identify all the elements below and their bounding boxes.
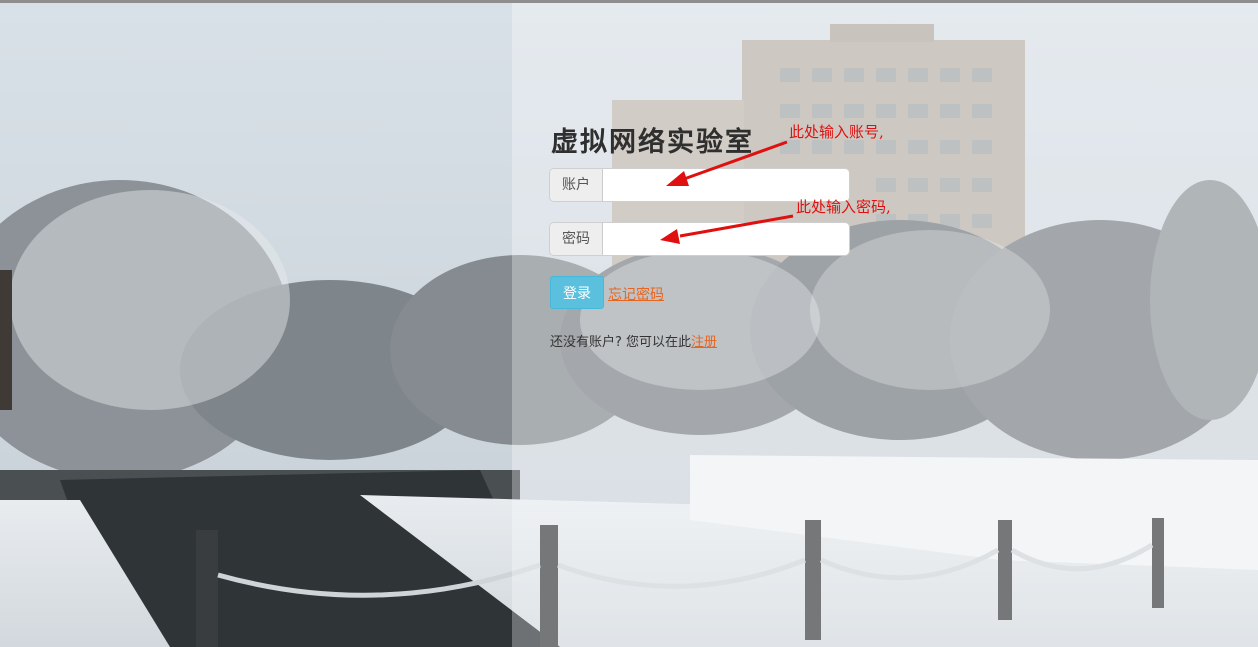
password-hint-annotation: 此处输入密码, [796, 198, 891, 216]
register-prompt-text: 还没有账户? 您可以在此 [550, 335, 692, 350]
login-panel-overlay [512, 3, 1258, 647]
forgot-password-link[interactable]: 忘记密码 [608, 284, 664, 304]
register-prompt: 还没有账户? 您可以在此注册 [550, 331, 717, 350]
password-field-group: 密码 [550, 223, 849, 255]
login-button[interactable]: 登录 [550, 276, 604, 309]
register-link[interactable]: 注册 [691, 335, 717, 350]
account-label: 账户 [550, 169, 603, 201]
account-hint-annotation: 此处输入账号, [789, 123, 884, 141]
password-input[interactable] [603, 223, 849, 255]
page-title: 虚拟网络实验室 [551, 127, 754, 158]
password-label: 密码 [550, 223, 603, 255]
